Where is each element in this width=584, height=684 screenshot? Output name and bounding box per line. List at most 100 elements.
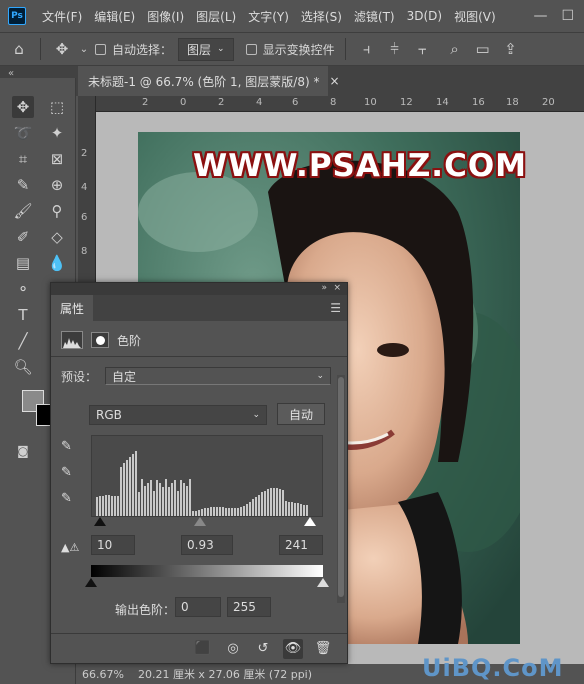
collapse-panel-icon[interactable]: » <box>321 283 327 293</box>
white-point-eyedropper-icon[interactable]: ✎ <box>61 491 77 507</box>
input-gamma-field[interactable]: 0.93 <box>181 535 233 555</box>
document-tab-strip: « 未标题-1 @ 66.7% (色阶 1, 图层蒙版/8) * × <box>0 66 584 96</box>
history-brush-icon[interactable]: ✐ <box>12 226 34 248</box>
menu-file[interactable]: 文件(F) <box>36 8 88 25</box>
visibility-eye-icon[interactable]: 👁 <box>283 638 303 659</box>
menu-view[interactable]: 视图(V) <box>448 8 502 25</box>
move-tool-icon[interactable]: ✥ <box>12 96 34 118</box>
layer-mask-icon[interactable] <box>91 332 109 348</box>
delete-icon[interactable]: 🗑 <box>313 639 333 659</box>
menu-edit[interactable]: 编辑(E) <box>88 8 141 25</box>
brush-tool-icon[interactable]: 🖌 <box>12 200 34 222</box>
marquee-tool-icon[interactable]: ⬚ <box>46 96 68 118</box>
histogram-bar <box>219 506 221 516</box>
panel-header-bar: » × <box>51 283 347 295</box>
levels-adjustment-icon[interactable] <box>61 331 83 349</box>
spot-healing-icon[interactable]: ⊕ <box>46 174 68 196</box>
input-black-handle[interactable] <box>94 517 107 526</box>
tab-properties[interactable]: 属性 <box>51 295 93 321</box>
menu-layer[interactable]: 图层(L) <box>190 8 242 25</box>
search-icon[interactable]: ⌕ <box>444 40 466 58</box>
align-left-icon[interactable]: ⫞ <box>356 40 378 58</box>
blur-tool-icon[interactable]: 💧 <box>46 252 68 274</box>
histogram-bar <box>282 490 284 516</box>
quick-mask-icon[interactable]: ◙ <box>12 440 34 462</box>
home-icon[interactable]: ⌂ <box>8 40 30 58</box>
auto-select-label: 自动选择： <box>112 42 173 57</box>
output-black-field[interactable]: 0 <box>175 597 221 617</box>
ruler-tick: 2 <box>218 97 225 108</box>
stamp-tool-icon[interactable]: ⚲ <box>46 200 68 222</box>
close-panel-icon[interactable]: × <box>333 283 341 293</box>
ruler-horizontal: 2 0 2 4 6 8 10 12 14 16 18 20 <box>96 96 584 112</box>
histogram-bar <box>285 501 287 516</box>
properties-panel: » × 属性 ☰ 色阶 预设： 自定 ⌄ RGB ⌄ 自动 ✎ ✎ ✎ ▲⚠ 1… <box>50 282 348 664</box>
ruler-tick: 12 <box>400 97 413 108</box>
menu-filter[interactable]: 滤镜(T) <box>348 8 401 25</box>
scrollbar-thumb[interactable] <box>338 377 344 597</box>
eyedropper-tool-icon[interactable]: ✎ <box>12 174 34 196</box>
output-white-field[interactable]: 255 <box>227 597 271 617</box>
histogram-bar <box>147 483 149 516</box>
zoom-level[interactable]: 66.67% <box>82 668 124 681</box>
align-center-icon[interactable]: ⫩ <box>384 40 406 58</box>
clip-to-layer-icon[interactable]: ⬛ <box>193 639 213 659</box>
preset-label: 预设： <box>61 369 98 384</box>
frame-tool-icon[interactable]: ⊠ <box>46 148 68 170</box>
ruler-tick: 8 <box>330 97 337 108</box>
histogram-bar <box>132 453 134 516</box>
histogram-bar <box>99 496 101 516</box>
input-black-field[interactable]: 10 <box>91 535 135 555</box>
input-white-handle[interactable] <box>304 517 317 526</box>
auto-select-checkbox[interactable] <box>95 43 106 55</box>
preset-dropdown[interactable]: 自定 ⌄ <box>105 367 332 385</box>
ruler-tick: 10 <box>364 97 377 108</box>
minimize-icon[interactable]: — <box>533 8 547 24</box>
output-black-handle[interactable] <box>85 578 97 587</box>
input-gamma-handle[interactable] <box>194 517 207 526</box>
clipping-warning-icon[interactable]: ▲⚠ <box>61 541 79 554</box>
dodge-tool-icon[interactable]: ⚬ <box>12 278 34 300</box>
magic-wand-icon[interactable]: ✦ <box>46 122 68 144</box>
chevron-down-icon[interactable]: ⌄ <box>79 44 89 55</box>
show-transform-checkbox[interactable] <box>245 43 257 55</box>
adjustment-name: 色阶 <box>117 333 142 348</box>
auto-select-target-dropdown[interactable]: 图层 ⌄ <box>178 37 234 61</box>
type-tool-icon[interactable]: T <box>12 304 34 326</box>
chevron-down-icon: ⌄ <box>316 371 325 381</box>
menu-image[interactable]: 图像(I) <box>141 8 190 25</box>
panel-menu-icon[interactable]: ☰ <box>330 301 341 315</box>
zoom-tool-icon[interactable]: 🔍︎ <box>12 356 34 378</box>
crop-tool-icon[interactable]: ⌗ <box>12 148 34 170</box>
menu-3d[interactable]: 3D(D) <box>401 9 448 23</box>
histogram-bar <box>174 480 176 516</box>
channel-dropdown[interactable]: RGB ⌄ <box>89 405 267 425</box>
move-tool-icon[interactable]: ✥ <box>51 40 73 58</box>
maximize-icon[interactable]: ☐ <box>561 8 574 24</box>
input-levels-slider[interactable] <box>91 517 323 529</box>
lasso-tool-icon[interactable]: ➰ <box>12 122 34 144</box>
gray-point-eyedropper-icon[interactable]: ✎ <box>61 465 77 481</box>
document-tab[interactable]: 未标题-1 @ 66.7% (色阶 1, 图层蒙版/8) * × <box>78 66 340 96</box>
align-right-icon[interactable]: ⫟ <box>412 40 434 58</box>
show-transform-label: 显示变换控件 <box>262 42 335 57</box>
view-previous-state-icon[interactable]: ◎ <box>223 639 243 659</box>
eraser-tool-icon[interactable]: ◇ <box>46 226 68 248</box>
output-white-handle[interactable] <box>317 578 329 587</box>
histogram-bar <box>222 507 224 516</box>
site-watermark: UiBQ.CoM <box>422 654 564 682</box>
input-white-field[interactable]: 241 <box>279 535 323 555</box>
menu-select[interactable]: 选择(S) <box>295 8 348 25</box>
menu-type[interactable]: 文字(Y) <box>242 8 295 25</box>
workspace-icon[interactable]: ▭ <box>472 40 494 58</box>
reset-icon[interactable]: ↺ <box>253 639 273 659</box>
black-point-eyedropper-icon[interactable]: ✎ <box>61 439 77 455</box>
histogram-bar <box>270 488 272 516</box>
document-title: 未标题-1 @ 66.7% (色阶 1, 图层蒙版/8) * <box>88 74 320 89</box>
share-icon[interactable]: ⇪ <box>500 40 522 58</box>
close-icon[interactable]: × <box>329 74 339 88</box>
panel-scrollbar[interactable] <box>337 375 345 603</box>
path-selection-icon[interactable]: ╱ <box>12 330 34 352</box>
gradient-tool-icon[interactable]: ▤ <box>12 252 34 274</box>
auto-button[interactable]: 自动 <box>277 403 325 425</box>
